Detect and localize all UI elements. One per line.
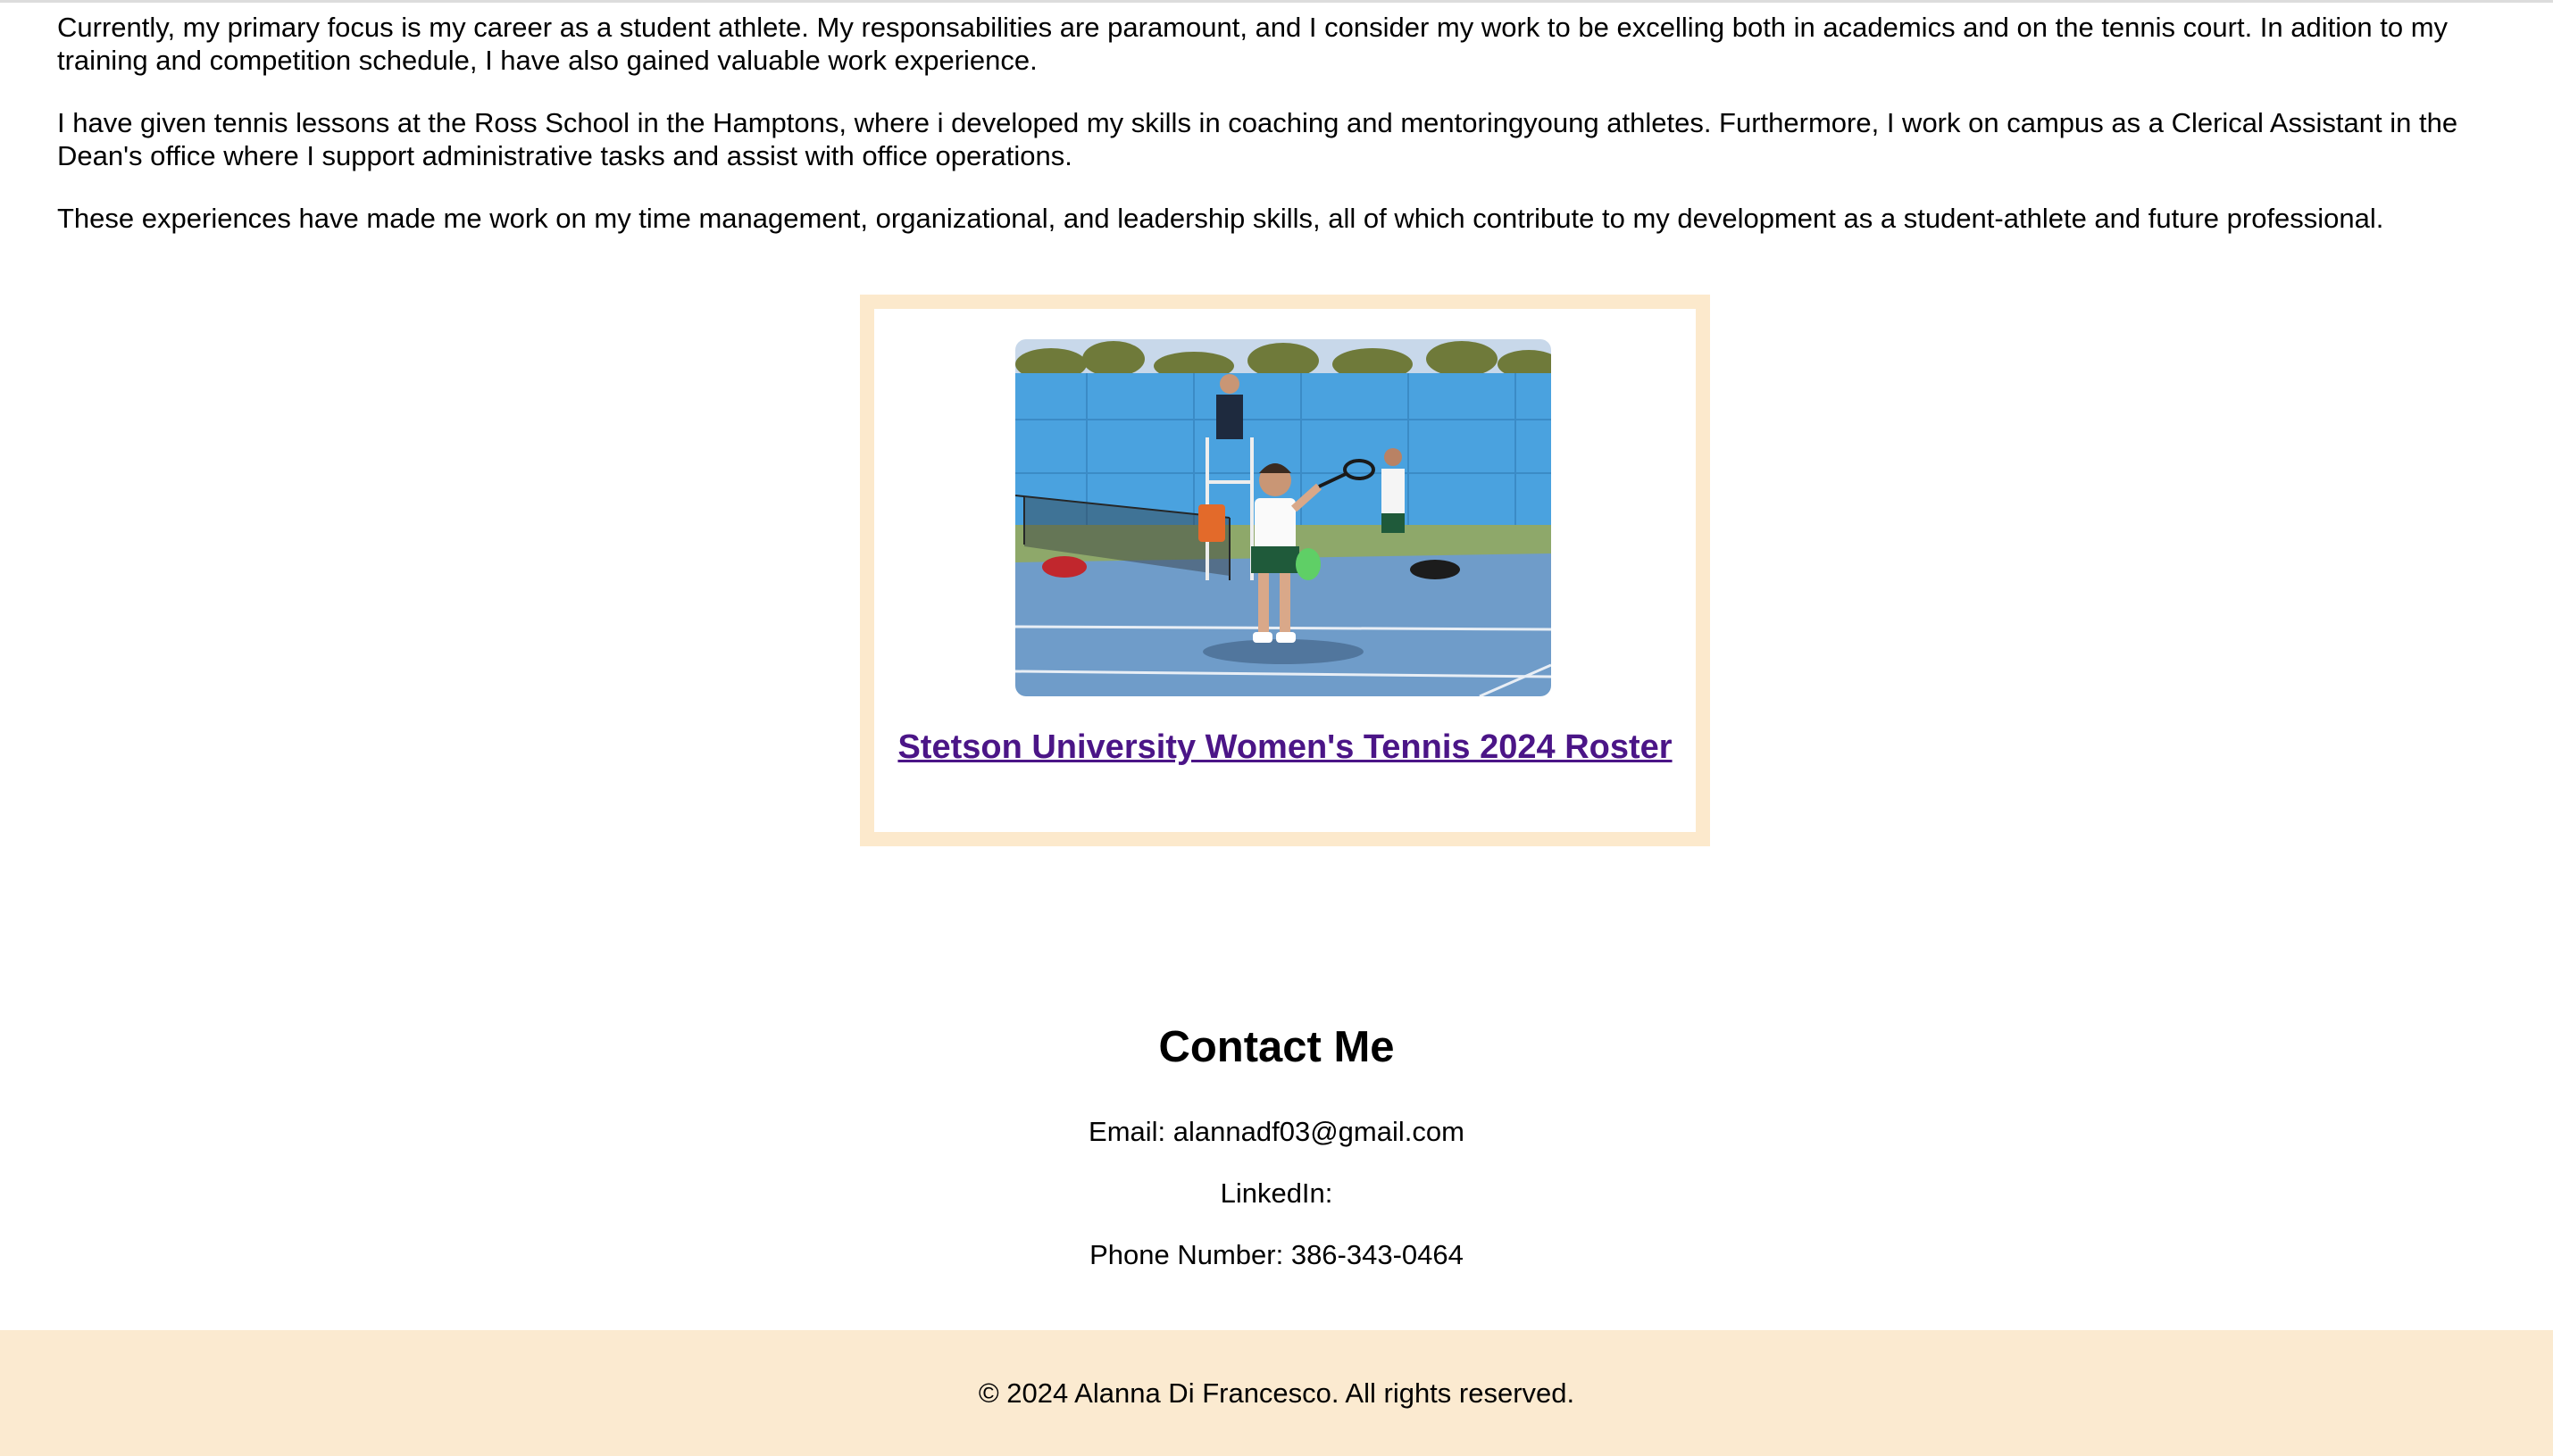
tennis-player-photo [1015,339,1551,696]
about-paragraph-2: I have given tennis lessons at the Ross … [57,107,2458,171]
copyright-text: © 2024 Alanna Di Francesco. All rights r… [978,1377,1575,1409]
contact-email: Email: alannadf03@gmail.com [1089,1116,1464,1147]
contact-phone: Phone Number: 386-343-0464 [1089,1239,1464,1270]
roster-card-inner: Stetson University Women's Tennis 2024 R… [874,309,1696,832]
roster-link[interactable]: Stetson University Women's Tennis 2024 R… [874,728,1696,767]
roster-card: Stetson University Women's Tennis 2024 R… [860,295,1710,846]
about-paragraph-3: These experiences have made me work on m… [57,203,2384,234]
about-section: Currently, my primary focus is my career… [57,11,2496,264]
contact-section: Contact Me Email: alannadf03@gmail.com L… [0,1016,2553,1301]
contact-linkedin: LinkedIn: [1220,1177,1333,1209]
about-paragraph-1: Currently, my primary focus is my career… [57,12,2449,76]
contact-heading: Contact Me [1158,1023,1395,1071]
top-divider [0,0,2553,3]
page-footer: © 2024 Alanna Di Francesco. All rights r… [0,1330,2553,1456]
